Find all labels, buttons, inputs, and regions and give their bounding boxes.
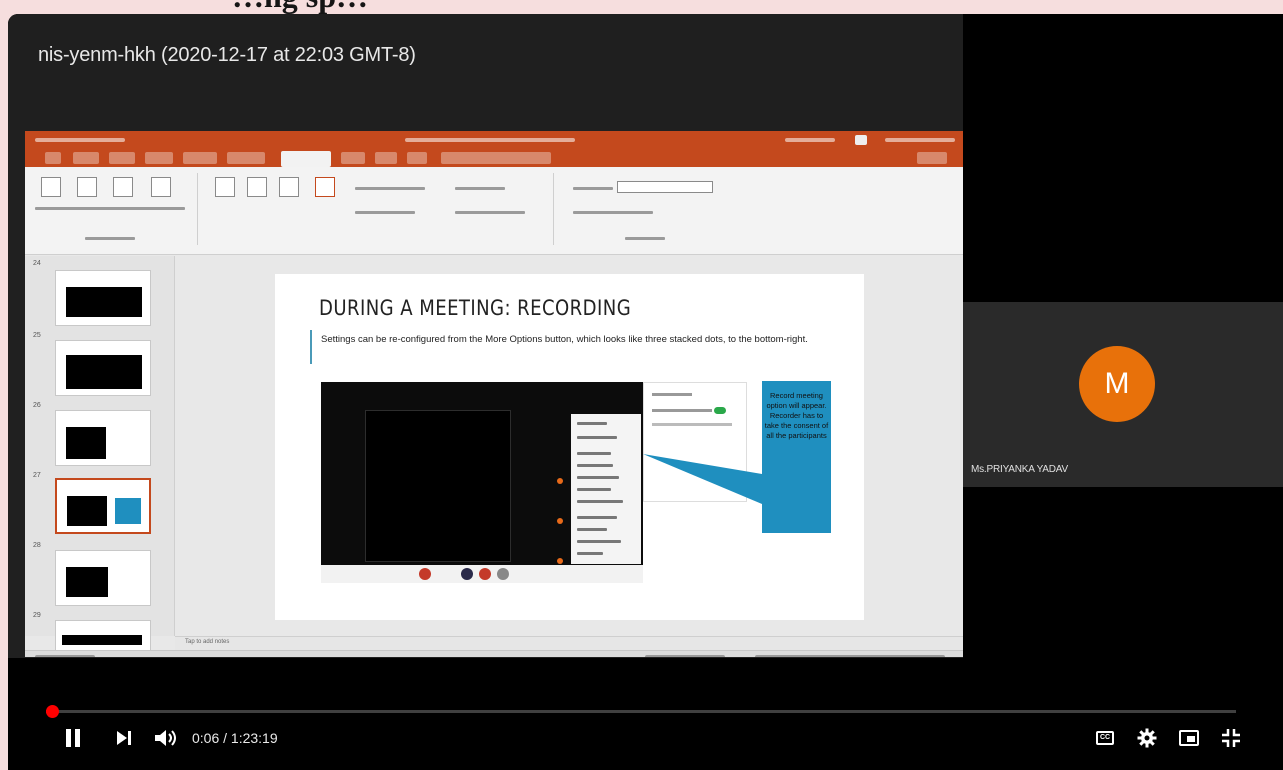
slide-thumbnail[interactable]	[55, 410, 151, 466]
play-narrations-option[interactable]	[355, 187, 425, 190]
time-display: 0:06 / 1:23:19	[192, 730, 278, 746]
group-label	[85, 237, 135, 240]
thumbnail-number: 25	[33, 332, 41, 339]
miniplayer-icon	[1179, 730, 1199, 746]
monitors-group-label	[625, 237, 665, 240]
slide-thumbnail-selected[interactable]	[55, 478, 151, 534]
tab-review[interactable]	[341, 152, 365, 164]
use-timings-option[interactable]	[355, 211, 415, 214]
notes-comments-buttons[interactable]	[645, 655, 725, 657]
thumbnail-number: 27	[33, 472, 41, 479]
record-slide-show-icon[interactable]	[315, 177, 335, 197]
settings-button[interactable]	[1132, 725, 1162, 751]
thumbnail-number: 26	[33, 402, 41, 409]
participant-tile: M Ms.PRIYANKA YADAV	[963, 302, 1283, 487]
from-current-slide-icon[interactable]	[77, 177, 97, 197]
monitor-option[interactable]	[455, 211, 525, 214]
tab-slide-show[interactable]	[281, 151, 331, 167]
from-beginning-icon[interactable]	[41, 177, 61, 197]
slide-body: Settings can be re-configured from the M…	[321, 334, 808, 345]
ppt-status-bar	[25, 650, 963, 657]
notes-pane[interactable]: Tap to add notes	[175, 636, 963, 650]
ribbon-labels	[35, 207, 185, 210]
use-presenter-view-option[interactable]	[573, 211, 653, 214]
slide-thumbnail[interactable]	[55, 340, 151, 396]
slide-thumbnail[interactable]	[55, 270, 151, 326]
slide-count-status	[35, 655, 95, 657]
participant-name: Ms.PRIYANKA YADAV	[971, 464, 1069, 475]
thumbnail-number: 29	[33, 612, 41, 619]
more-options-menu	[571, 414, 641, 564]
tab-insert[interactable]	[109, 152, 135, 164]
callout-pointer	[643, 454, 762, 504]
ribbon-divider	[197, 173, 198, 245]
show-media-controls-option[interactable]	[455, 187, 505, 190]
next-button[interactable]	[112, 725, 136, 751]
set-up-slide-show-icon[interactable]	[215, 177, 235, 197]
thumbnail-number: 24	[33, 260, 41, 267]
slide-title: DURING A MEETING: RECORDING	[319, 296, 632, 320]
ribbon	[25, 167, 963, 255]
rehearse-timings-icon[interactable]	[279, 177, 299, 197]
monitor-dropdown[interactable]	[617, 181, 713, 193]
document-title	[405, 138, 575, 142]
quick-access-toolbar	[35, 138, 125, 142]
shared-screen: nis-yenm-hkh (2020-12-17 at 22:03 GMT-8)	[8, 14, 963, 658]
title-overlay	[8, 14, 963, 130]
settings-icon	[1137, 728, 1157, 748]
ribbon-divider	[553, 173, 554, 245]
scrubber-handle[interactable]	[46, 705, 59, 718]
tab-file[interactable]	[45, 152, 61, 164]
ppt-titlebar	[25, 131, 963, 149]
pause-button[interactable]	[60, 725, 86, 751]
slide-accent-bar	[310, 330, 312, 364]
teams-meeting-screenshot	[321, 382, 643, 570]
present-online-icon[interactable]	[113, 177, 133, 197]
thumbnail-number: 28	[33, 542, 41, 549]
callout-box: Record meeting option will appear. Recor…	[762, 381, 831, 533]
tab-help[interactable]	[407, 152, 427, 164]
video-title: nis-yenm-hkh (2020-12-17 at 22:03 GMT-8)	[38, 44, 416, 66]
captions-icon: CC	[1096, 731, 1114, 745]
current-slide: DURING A MEETING: RECORDING Settings can…	[275, 274, 864, 620]
share-button[interactable]	[917, 152, 947, 164]
participant-avatar: M	[1079, 346, 1155, 422]
tell-me-box[interactable]	[441, 152, 551, 164]
miniplayer-button[interactable]	[1174, 725, 1204, 751]
account-name	[785, 138, 835, 142]
slide-thumbnail[interactable]	[55, 550, 151, 606]
notes-placeholder: Tap to add notes	[185, 639, 230, 645]
meeting-video-area	[365, 410, 511, 562]
exit-fullscreen-icon	[1222, 729, 1240, 747]
monitor-label	[573, 187, 613, 190]
video-player[interactable]: nis-yenm-hkh (2020-12-17 at 22:03 GMT-8)	[8, 14, 1283, 770]
tab-transitions[interactable]	[183, 152, 217, 164]
next-icon	[117, 731, 131, 745]
account-avatar	[855, 135, 867, 145]
tab-home[interactable]	[73, 152, 99, 164]
tab-design[interactable]	[145, 152, 173, 164]
volume-icon	[155, 730, 176, 746]
hide-slide-icon[interactable]	[247, 177, 267, 197]
window-controls	[885, 138, 955, 142]
slide-thumbnails-pane: 24 25 26 27 28 29	[25, 256, 175, 657]
tab-animations[interactable]	[227, 152, 265, 164]
view-zoom-controls[interactable]	[755, 655, 945, 657]
page-heading-strip: …ng sp…	[0, 0, 1283, 14]
progress-bar[interactable]	[46, 705, 1236, 718]
pause-icon	[66, 729, 80, 747]
tab-view[interactable]	[375, 152, 397, 164]
volume-button[interactable]	[152, 725, 182, 751]
page-heading: …ng sp…	[232, 0, 368, 14]
custom-slide-show-icon[interactable]	[151, 177, 171, 197]
teams-control-bar	[321, 565, 643, 583]
ribbon-tabs	[25, 149, 963, 167]
captions-button[interactable]: CC	[1090, 725, 1120, 751]
powerpoint-window: 24 25 26 27 28 29 DURING A MEETING: RECO…	[25, 131, 963, 657]
exit-fullscreen-button[interactable]	[1216, 725, 1246, 751]
